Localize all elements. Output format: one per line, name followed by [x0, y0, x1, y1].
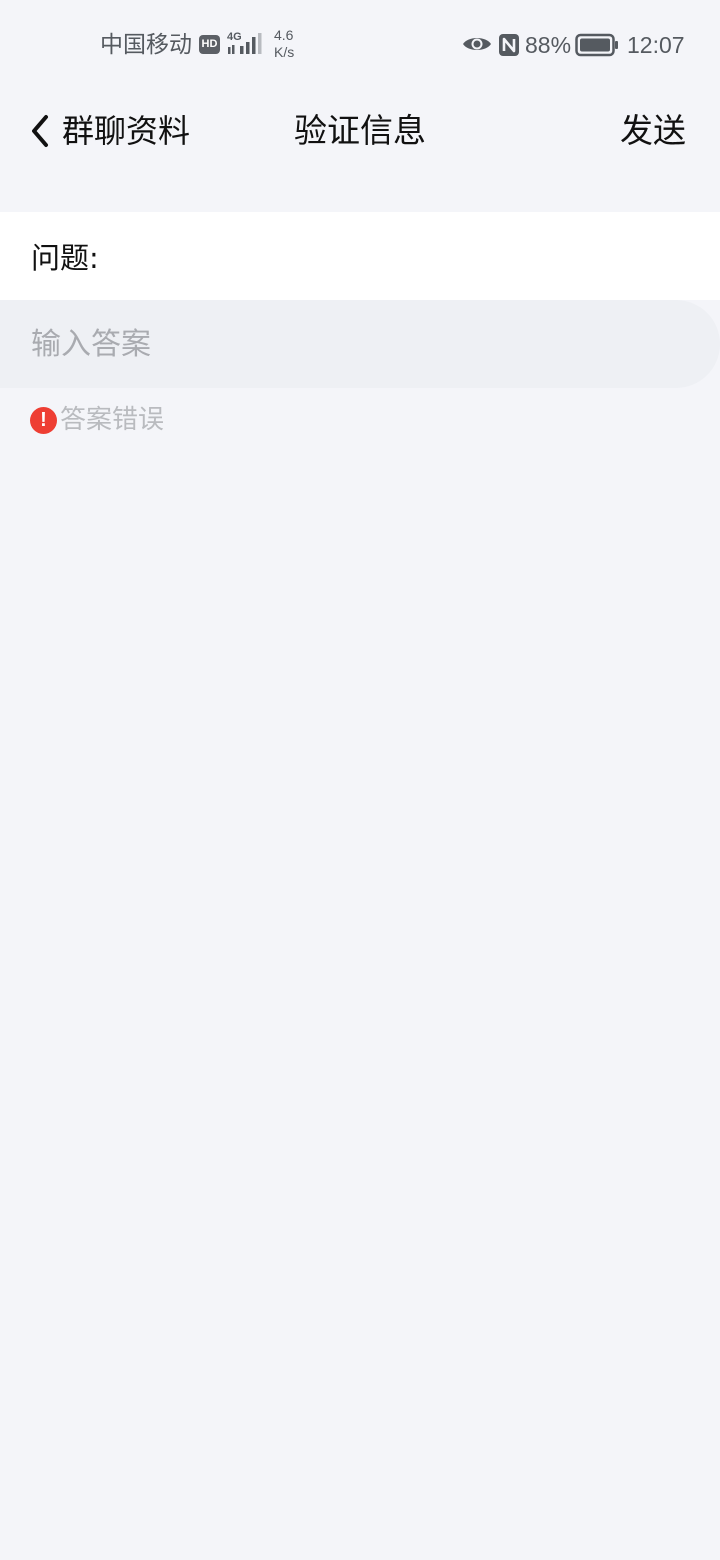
network-speed: 4.6 K/s: [274, 27, 306, 61]
error-text: 答案错误: [60, 405, 165, 435]
hd-icon: HD: [199, 35, 220, 54]
back-button[interactable]: 群聊资料: [28, 100, 190, 162]
question-label: 问题:: [31, 241, 99, 275]
battery-icon: [575, 33, 618, 57]
send-button[interactable]: 发送: [620, 100, 686, 162]
error-message: ! 答案错误: [30, 402, 164, 438]
clock: 12:07: [627, 32, 685, 58]
answer-input[interactable]: [0, 300, 720, 388]
status-bar: 中国移动 HD 4G 4.6 K/s 88% 12:07: [0, 0, 720, 90]
verification-screen: 中国移动 HD 4G 4.6 K/s 88% 12:07 群聊资料 验证信息 发…: [0, 0, 720, 1560]
signal-icon: [228, 33, 262, 54]
answer-field[interactable]: [0, 300, 720, 388]
speed-unit: K/s: [274, 44, 295, 60]
carrier-name: 中国移动: [100, 32, 192, 58]
nfc-icon: [499, 34, 519, 56]
speed-value: 4.6: [274, 27, 294, 43]
chevron-left-icon: [32, 115, 48, 147]
nav-bar: 群聊资料 验证信息 发送: [0, 90, 720, 172]
error-icon: !: [30, 406, 57, 434]
back-label: 群聊资料: [62, 112, 191, 150]
question-row: 问题:: [0, 212, 720, 300]
eye-icon: [463, 38, 491, 50]
battery-percent: 88%: [525, 32, 572, 58]
